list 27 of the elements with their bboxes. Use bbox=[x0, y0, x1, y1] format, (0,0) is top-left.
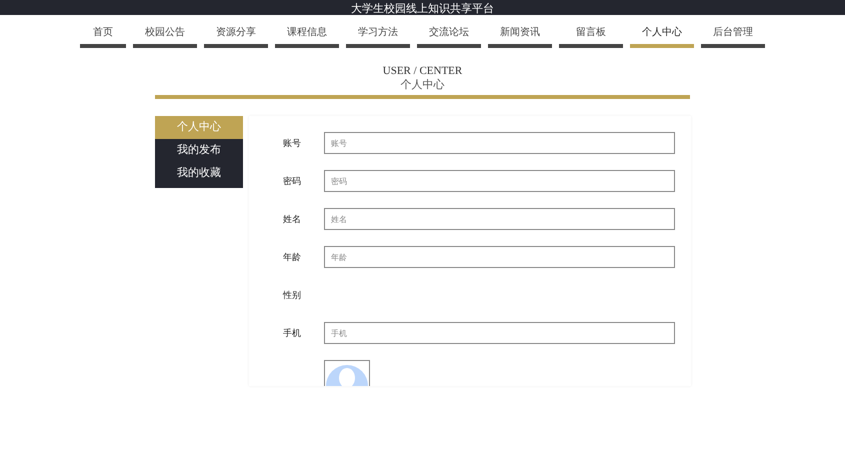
nav-tab[interactable]: 课程信息 bbox=[275, 22, 339, 48]
input-field[interactable]: 年龄 bbox=[324, 246, 675, 268]
section-title: USER / CENTER bbox=[382, 64, 464, 78]
avatar-upload[interactable] bbox=[324, 360, 370, 386]
nav-tab[interactable]: 学习方法 bbox=[346, 22, 410, 48]
nav-tab[interactable]: 留言板 bbox=[559, 22, 623, 48]
nav-tab[interactable]: 首页 bbox=[80, 22, 126, 48]
nav-tab[interactable]: 个人中心 bbox=[630, 22, 694, 48]
field-label: 性别 bbox=[283, 290, 302, 302]
sidebar-item[interactable]: 我的发布 bbox=[155, 139, 243, 162]
nav-tab[interactable]: 资源分享 bbox=[204, 22, 268, 48]
input-field[interactable]: 姓名 bbox=[324, 208, 675, 230]
field-label: 年龄 bbox=[283, 252, 302, 264]
input-field[interactable]: 密码 bbox=[324, 170, 675, 192]
field-label: 姓名 bbox=[283, 214, 302, 226]
site-title: 大学生校园线上知识共享平台 bbox=[351, 2, 494, 15]
nav-tab[interactable]: 交流论坛 bbox=[417, 22, 481, 48]
nav-tab[interactable]: 后台管理 bbox=[701, 22, 765, 48]
input-field[interactable]: 账号 bbox=[324, 132, 675, 154]
sidebar-item[interactable]: 我的收藏 bbox=[155, 162, 243, 185]
field-label: 账号 bbox=[283, 138, 302, 150]
nav-tab[interactable]: 校园公告 bbox=[133, 22, 197, 48]
field-label: 手机 bbox=[283, 328, 302, 340]
input-field[interactable]: 手机 bbox=[324, 322, 675, 344]
nav-tab[interactable]: 新闻资讯 bbox=[488, 22, 552, 48]
field-label: 密码 bbox=[283, 176, 302, 188]
section-subtitle: 个人中心 bbox=[400, 78, 446, 93]
